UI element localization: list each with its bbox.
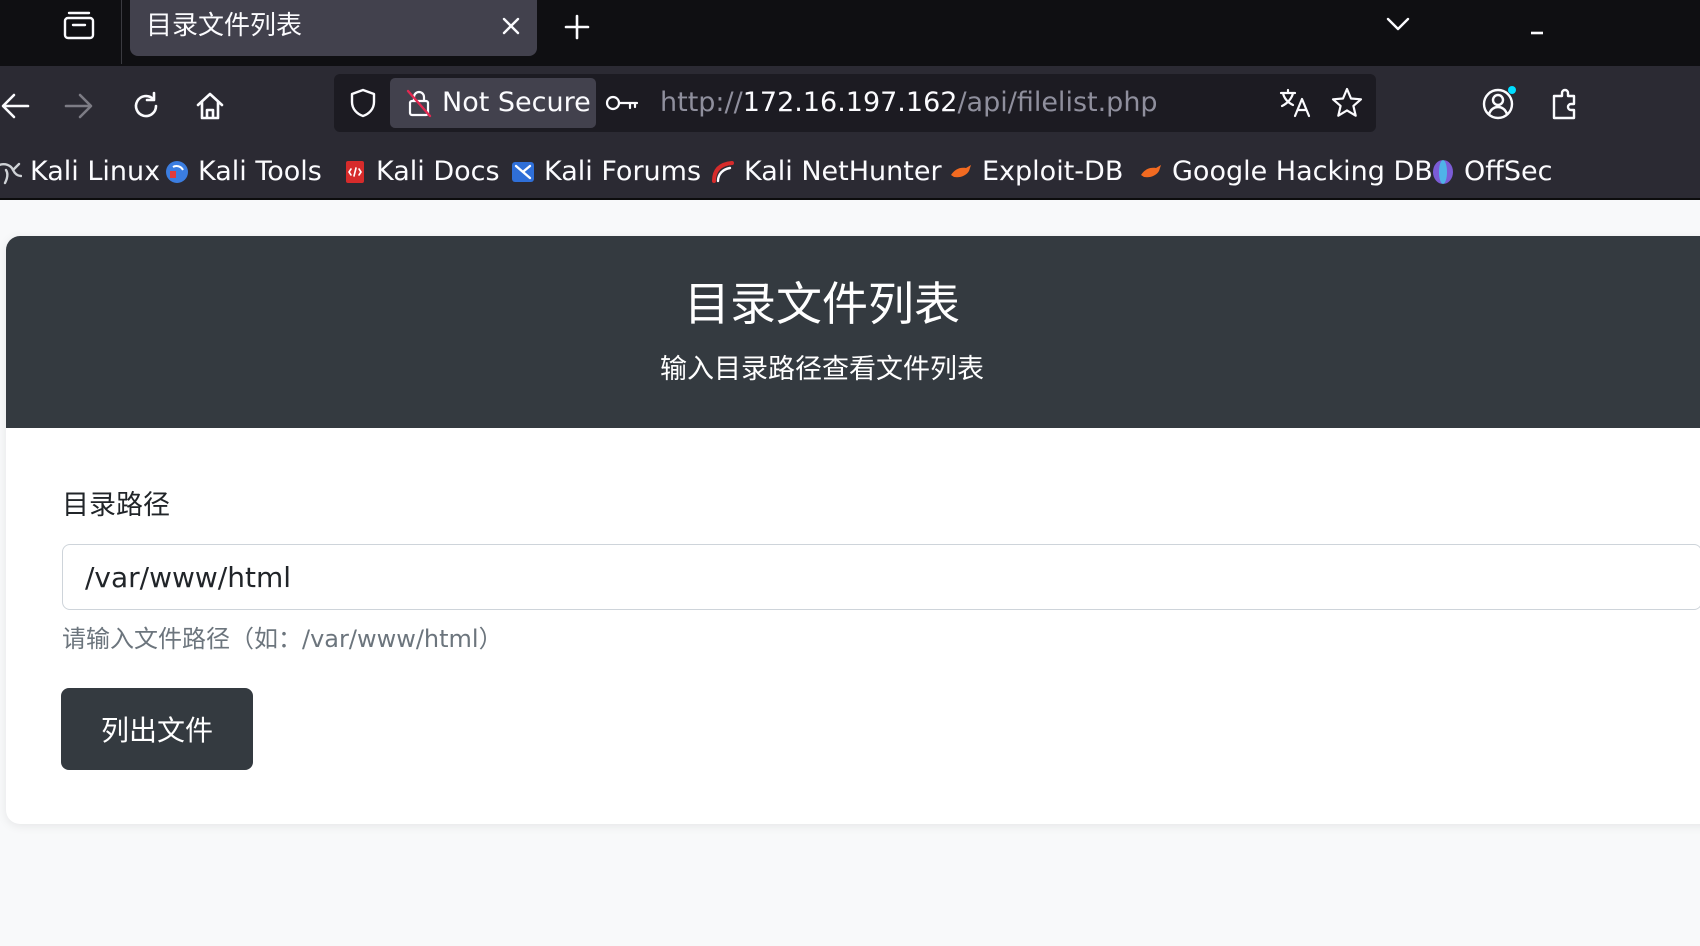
ghdb-icon [1138, 159, 1164, 185]
directory-path-label: 目录路径 [62, 490, 170, 521]
bookmark-label: Kali Forums [544, 156, 702, 187]
bookmark-kali-docs[interactable]: Kali Docs [342, 152, 500, 192]
kali-docs-icon [342, 159, 368, 185]
url-scheme: http:// [660, 87, 743, 118]
home-icon[interactable] [188, 84, 232, 128]
bookmark-label: Kali Docs [376, 156, 500, 187]
offsec-icon [1430, 159, 1456, 185]
bookmark-label: Kali Linux [30, 156, 161, 187]
not-secure-label: Not Secure [442, 87, 591, 118]
close-tab-icon[interactable] [495, 10, 527, 42]
directory-path-input[interactable] [62, 544, 1700, 610]
url-bar[interactable]: Not Secure http://172.16.197.162/api/fil… [334, 74, 1376, 132]
bookmark-exploit-db[interactable]: Exploit-DB [948, 152, 1123, 192]
kali-forums-icon [510, 159, 536, 185]
path-help-text: 请输入文件路径（如：/var/www/html） [62, 625, 503, 653]
bookmark-label: Exploit-DB [982, 156, 1124, 187]
url-host: 172.16.197.162 [742, 87, 958, 118]
minimize-icon[interactable] [1520, 10, 1554, 44]
bookmark-label: Google Hacking DB [1172, 156, 1433, 187]
reload-icon[interactable] [124, 84, 168, 128]
list-files-button[interactable]: 列出文件 [61, 688, 253, 770]
card-header: 目录文件列表 输入目录路径查看文件列表 [6, 236, 1700, 428]
key-icon[interactable] [604, 88, 640, 118]
tab-list-icon[interactable] [62, 10, 96, 42]
bookmark-kali-linux[interactable]: Kali Linux [0, 152, 160, 192]
kali-dragon-icon [0, 159, 23, 185]
translate-icon[interactable] [1278, 86, 1312, 120]
bookmark-label: Kali NetHunter [744, 156, 942, 187]
bookmark-star-icon[interactable] [1330, 86, 1364, 120]
back-arrow-icon[interactable] [0, 84, 38, 128]
tracking-protection-shield-icon[interactable] [346, 86, 380, 120]
forward-arrow-icon[interactable] [56, 84, 100, 128]
navigation-toolbar: Not Secure http://172.16.197.162/api/fil… [0, 66, 1700, 146]
exploit-db-icon [948, 159, 974, 185]
bookmark-label: Kali Tools [198, 156, 322, 187]
tab-divider [121, 0, 122, 64]
bookmark-label: OffSec [1464, 156, 1553, 187]
page-title: 目录文件列表 [684, 277, 960, 331]
kali-nethunter-icon [710, 159, 736, 185]
not-secure-indicator[interactable]: Not Secure [390, 78, 596, 128]
tab-title: 目录文件列表 [146, 11, 303, 41]
url-path: /api/filelist.php [957, 87, 1158, 118]
url-text[interactable]: http://172.16.197.162/api/filelist.php [660, 86, 1158, 120]
bookmark-offsec[interactable]: OffSec [1430, 152, 1552, 192]
tab-active[interactable]: 目录文件列表 [130, 0, 537, 56]
bookmark-kali-tools[interactable]: Kali Tools [164, 152, 322, 192]
insecure-lock-icon [404, 88, 434, 118]
bookmark-kali-forums[interactable]: Kali Forums [510, 152, 701, 192]
kali-tools-icon [164, 159, 190, 185]
bookmark-kali-nethunter[interactable]: Kali NetHunter [710, 152, 942, 192]
account-icon[interactable] [1478, 84, 1518, 124]
bookmarks-toolbar: Kali Linux Kali Tools Kali Docs Kali For… [0, 146, 1700, 200]
page-subtitle: 输入目录路径查看文件列表 [660, 354, 984, 385]
chevron-down-icon[interactable] [1380, 8, 1416, 40]
extensions-icon[interactable] [1544, 86, 1584, 126]
tab-strip: 目录文件列表 [0, 0, 1700, 66]
bookmark-google-hacking-db[interactable]: Google Hacking DB [1138, 152, 1433, 192]
filelist-card: 目录文件列表 输入目录路径查看文件列表 目录路径 请输入文件路径（如：/var/… [6, 236, 1700, 824]
new-tab-icon[interactable] [558, 8, 596, 46]
